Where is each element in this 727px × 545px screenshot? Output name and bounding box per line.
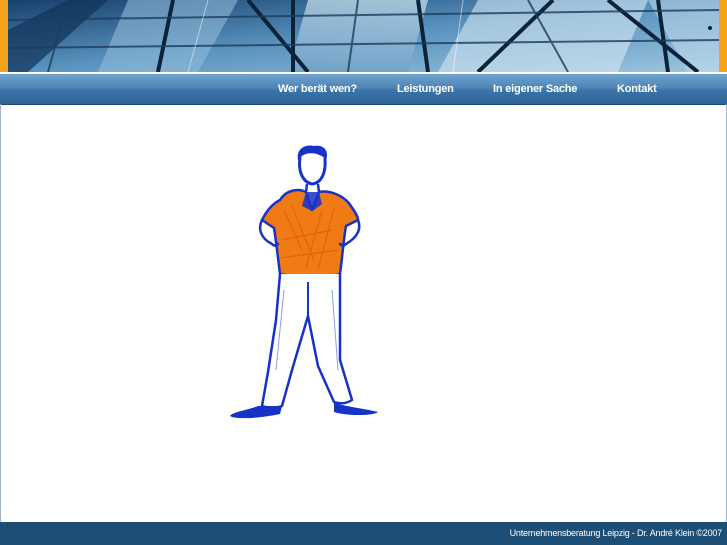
main-navigation: Wer berät wen? Leistungen In eigener Sac… <box>0 74 727 105</box>
content-border-left <box>0 104 1 522</box>
glass-building-image <box>8 0 719 72</box>
footer-copyright: Unternehmensberatung Leipzig - Dr. André… <box>509 528 723 538</box>
standing-man-drawing <box>230 145 378 419</box>
header-banner <box>0 0 727 73</box>
consultant-illustration <box>222 140 387 425</box>
header-photo <box>8 0 719 72</box>
nav-item-leistungen[interactable]: Leistungen <box>397 74 454 104</box>
nav-item-wer-beraet-wen[interactable]: Wer berät wen? <box>278 74 357 104</box>
nav-item-kontakt[interactable]: Kontakt <box>617 74 657 104</box>
page-footer: Unternehmensberatung Leipzig - Dr. André… <box>0 522 727 545</box>
nav-item-in-eigener-sache[interactable]: In eigener Sache <box>493 74 577 104</box>
